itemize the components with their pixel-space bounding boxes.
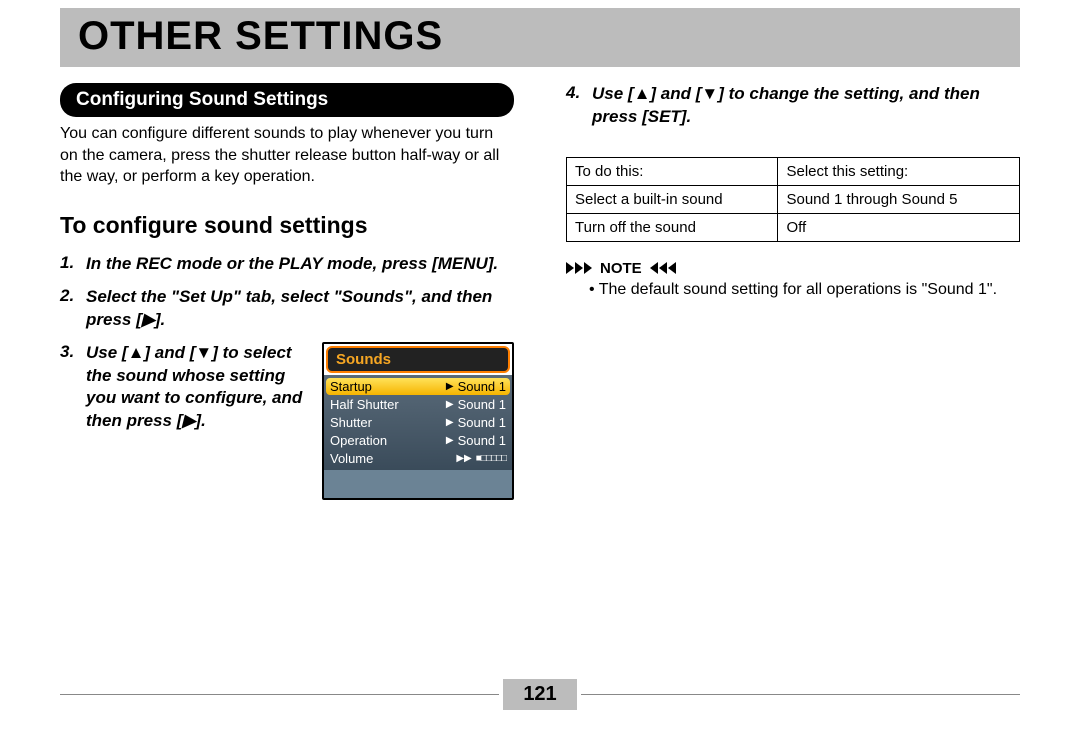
note-body: • The default sound setting for all oper… xyxy=(566,279,1020,301)
step-1: 1. In the REC mode or the PLAY mode, pre… xyxy=(60,253,514,276)
step-number: 3. xyxy=(60,342,86,362)
footer: 121 xyxy=(60,679,1020,710)
step-4: 4. Use [▲] and [▼] to change the setting… xyxy=(566,83,1020,129)
right-column: 4. Use [▲] and [▼] to change the setting… xyxy=(566,83,1020,510)
chevron-right-icon: ▶ xyxy=(446,399,454,410)
step-text: Use [▲] and [▼] to select the sound whos… xyxy=(86,342,306,434)
step-number: 4. xyxy=(566,83,592,103)
section-title: OTHER SETTINGS xyxy=(78,14,1002,59)
note-label: NOTE xyxy=(600,260,642,277)
steps-list: 1. In the REC mode or the PLAY mode, pre… xyxy=(60,253,514,500)
step-text: In the REC mode or the PLAY mode, press … xyxy=(86,253,498,276)
screenshot-row-volume: Volume ▶▶ ■□□□□□ xyxy=(326,450,510,467)
page-number: 121 xyxy=(503,679,576,710)
screenshot-row-operation: Operation ▶ Sound 1 xyxy=(326,432,510,449)
table-row: Turn off the sound Off xyxy=(567,213,1020,241)
procedure-title: To configure sound settings xyxy=(60,212,514,239)
settings-table: To do this: Select this setting: Select … xyxy=(566,157,1020,242)
chevron-right-icon: ▶ xyxy=(446,381,454,392)
footer-rule xyxy=(581,694,1020,695)
intro-text: You can configure different sounds to pl… xyxy=(60,123,514,188)
step-number: 1. xyxy=(60,253,86,273)
chevron-right-icon: ▶▶ xyxy=(456,453,471,464)
camera-screenshot: Sounds Startup ▶ Sound 1 Half Shutter ▶ xyxy=(322,342,514,500)
subsection-pill: Configuring Sound Settings xyxy=(60,83,514,117)
screenshot-row-shutter: Shutter ▶ Sound 1 xyxy=(326,414,510,431)
screenshot-bottom-strip xyxy=(324,470,512,498)
note-arrows-right-icon xyxy=(566,262,592,274)
left-column: Configuring Sound Settings You can confi… xyxy=(60,83,514,510)
step-text: Select the "Set Up" tab, select "Sounds"… xyxy=(86,286,514,332)
footer-rule xyxy=(60,694,499,695)
table-header: Select this setting: xyxy=(778,157,1020,185)
step-text: Use [▲] and [▼] to change the setting, a… xyxy=(592,83,1020,129)
table-row: Select a built-in sound Sound 1 through … xyxy=(567,185,1020,213)
volume-bar-icon: ■□□□□□ xyxy=(476,453,506,464)
note-arrows-left-icon xyxy=(650,262,676,274)
section-header: OTHER SETTINGS xyxy=(60,8,1020,67)
note-heading: NOTE xyxy=(566,260,1020,277)
screenshot-title: Sounds xyxy=(326,346,510,373)
chevron-right-icon: ▶ xyxy=(446,417,454,428)
screenshot-row-startup: Startup ▶ Sound 1 xyxy=(326,378,510,395)
step-number: 2. xyxy=(60,286,86,306)
table-header: To do this: xyxy=(567,157,778,185)
screenshot-row-half-shutter: Half Shutter ▶ Sound 1 xyxy=(326,396,510,413)
table-header-row: To do this: Select this setting: xyxy=(567,157,1020,185)
step-3: 3. Use [▲] and [▼] to select the sound w… xyxy=(60,342,514,500)
chevron-right-icon: ▶ xyxy=(446,435,454,446)
step-2: 2. Select the "Set Up" tab, select "Soun… xyxy=(60,286,514,332)
